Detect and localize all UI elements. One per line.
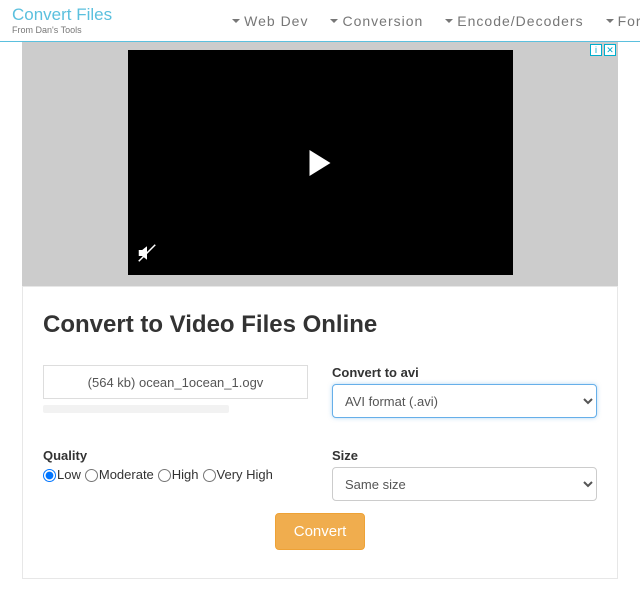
page-title: Convert to Video Files Online [43, 311, 597, 339]
quality-option-low[interactable]: Low [43, 467, 81, 482]
size-select[interactable]: Same size [332, 467, 597, 501]
quality-option-very-high[interactable]: Very High [203, 467, 273, 482]
quality-radio-moderate[interactable] [85, 469, 98, 482]
quality-radio-low[interactable] [43, 469, 56, 482]
nav-web-dev[interactable]: Web Dev [232, 13, 308, 29]
mute-icon[interactable] [138, 244, 156, 265]
ad-info-icon[interactable]: i [590, 44, 602, 56]
quality-radio-very-high[interactable] [203, 469, 216, 482]
brand-subtitle: From Dan's Tools [12, 25, 112, 35]
nav-conversion[interactable]: Conversion [330, 13, 423, 29]
format-label: Convert to avi [332, 365, 597, 380]
brand-title: Convert Files [12, 6, 112, 23]
convert-button[interactable]: Convert [275, 513, 366, 550]
nav-label: Conversion [342, 13, 423, 29]
ad-close-icon[interactable]: ✕ [604, 44, 616, 56]
nav-encode-decoders[interactable]: Encode/Decoders [445, 13, 583, 29]
quality-radio-high[interactable] [158, 469, 171, 482]
caret-down-icon [330, 19, 338, 23]
convert-card: Convert to Video Files Online (564 kb) o… [22, 286, 618, 579]
quality-radio-group: Low Moderate High Very High [43, 467, 308, 482]
play-icon[interactable] [310, 150, 331, 176]
video-ad-player[interactable] [128, 50, 513, 275]
file-display-text: (564 kb) ocean_1ocean_1.ogv [88, 375, 264, 390]
nav-label: Encode/Decoders [457, 13, 583, 29]
brand-block[interactable]: Convert Files From Dan's Tools [12, 6, 112, 35]
quality-option-high[interactable]: High [158, 467, 199, 482]
nav-label: Forma [618, 13, 640, 29]
format-select[interactable]: AVI format (.avi) [332, 384, 597, 418]
ad-badge: i ✕ [590, 44, 616, 56]
size-label: Size [332, 448, 597, 463]
caret-down-icon [445, 19, 453, 23]
nav-label: Web Dev [244, 13, 308, 29]
ad-banner-area: i ✕ [22, 42, 618, 286]
quality-option-moderate[interactable]: Moderate [85, 467, 154, 482]
upload-progress [43, 405, 229, 413]
quality-label: Quality [43, 448, 308, 463]
caret-down-icon [232, 19, 240, 23]
caret-down-icon [606, 19, 614, 23]
nav-formatters[interactable]: Forma [606, 13, 640, 29]
top-navbar: Convert Files From Dan's Tools Web Dev C… [0, 0, 640, 42]
main-nav: Web Dev Conversion Encode/Decoders Forma [232, 13, 640, 29]
file-selector[interactable]: (564 kb) ocean_1ocean_1.ogv [43, 365, 308, 399]
